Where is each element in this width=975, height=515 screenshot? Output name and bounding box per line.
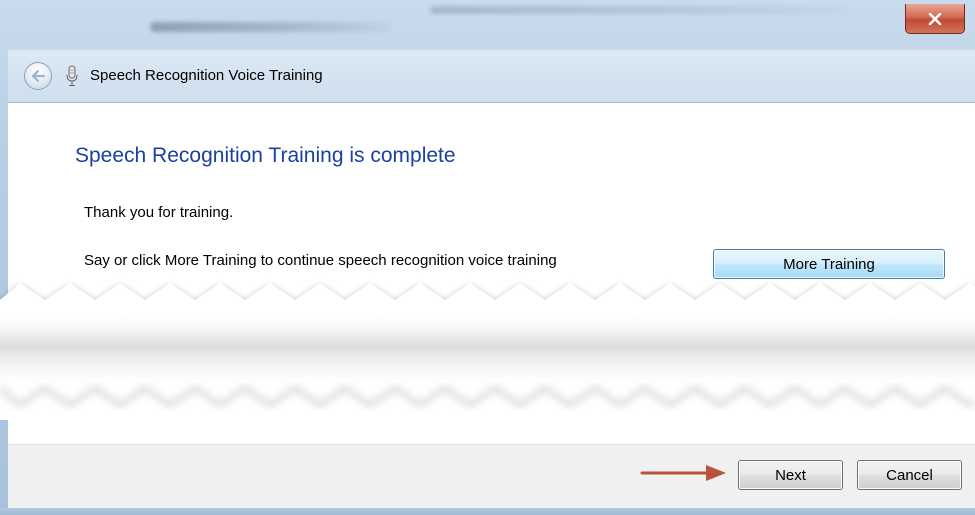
back-button[interactable] bbox=[24, 62, 52, 90]
close-button[interactable] bbox=[905, 4, 965, 34]
window-title: Speech Recognition Voice Training bbox=[90, 67, 323, 84]
background-blurred-text-2 bbox=[430, 6, 850, 14]
cancel-button[interactable]: Cancel bbox=[857, 460, 962, 490]
navigation-bar: Speech Recognition Voice Training bbox=[8, 50, 975, 102]
red-arrow-icon bbox=[640, 465, 726, 481]
next-button[interactable]: Next bbox=[738, 460, 843, 490]
thanks-text: Thank you for training. bbox=[84, 204, 234, 221]
microphone-icon bbox=[66, 65, 78, 86]
window-bottom-edge bbox=[0, 508, 975, 515]
close-x-icon bbox=[928, 12, 942, 25]
page-title: Speech Recognition Training is complete bbox=[75, 144, 456, 167]
torn-edge-overlay bbox=[0, 283, 975, 420]
instruction-text: Say or click More Training to continue s… bbox=[84, 252, 557, 269]
back-arrow-icon bbox=[31, 69, 46, 83]
background-blurred-text bbox=[150, 22, 390, 32]
